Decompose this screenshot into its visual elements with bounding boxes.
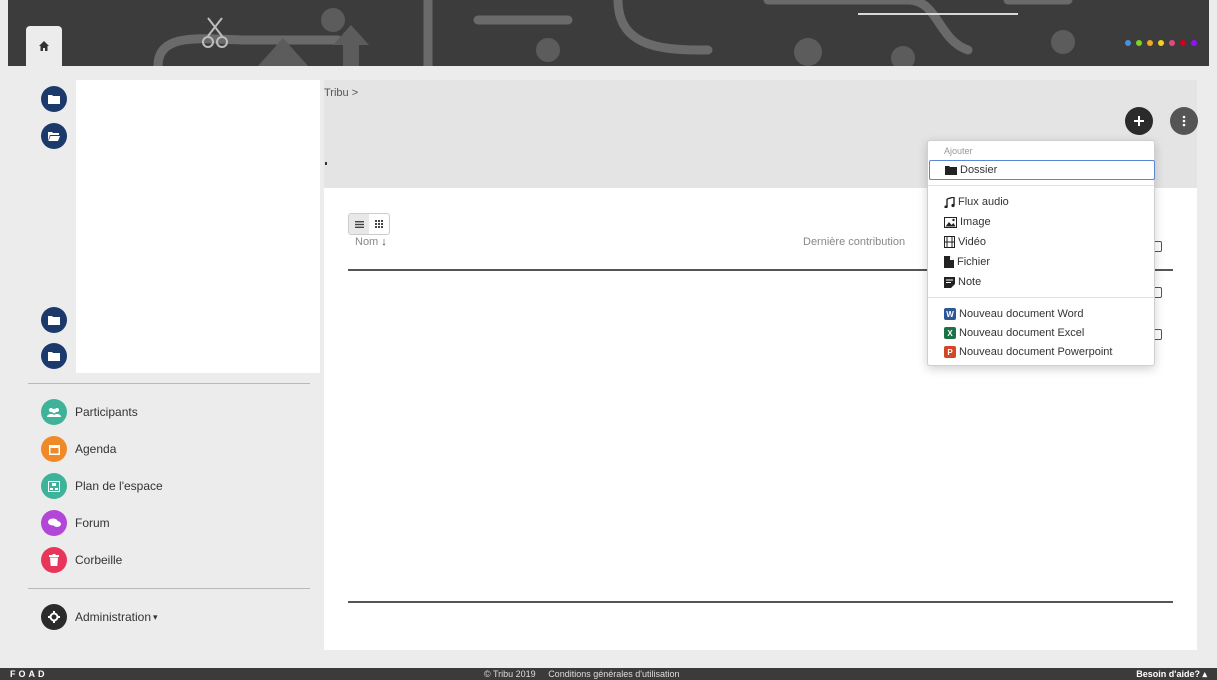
menu-item-fichier[interactable]: Fichier: [944, 253, 990, 271]
footer: FOAD © Tribu 2019 Conditions générales d…: [0, 668, 1217, 680]
folder-icon[interactable]: [41, 343, 67, 369]
folder-icon: [945, 166, 957, 175]
note-icon: [944, 276, 955, 288]
color-dot: [1125, 40, 1131, 46]
word-icon: W: [944, 308, 956, 320]
calendar-icon: [41, 436, 67, 462]
sidebar-item-label: Agenda: [75, 442, 117, 456]
menu-item-excel[interactable]: X Nouveau document Excel: [944, 324, 1084, 342]
home-icon: [39, 41, 49, 51]
sitemap-icon: [41, 473, 67, 499]
banner-decoration: [153, 0, 1075, 66]
menu-item-word[interactable]: W Nouveau document Word: [944, 305, 1084, 323]
menu-item-label: Vidéo: [958, 236, 986, 248]
footer-center: © Tribu 2019 Conditions générales d'util…: [484, 668, 680, 680]
menu-item-flux-audio[interactable]: Flux audio: [944, 193, 1009, 211]
color-dot: [1169, 40, 1175, 46]
powerpoint-icon: P: [944, 346, 956, 358]
chevron-up-icon: ▴: [1202, 669, 1207, 679]
color-dot: [1147, 40, 1153, 46]
menu-item-label: Nouveau document Word: [959, 308, 1084, 320]
menu-header: Ajouter: [944, 146, 973, 156]
menu-item-label: Nouveau document Excel: [959, 327, 1085, 339]
view-toggle: [348, 213, 390, 235]
menu-divider: [928, 297, 1154, 298]
administration-menu[interactable]: Administration ▾: [41, 604, 158, 630]
folder-icon[interactable]: [41, 307, 67, 333]
grid-icon: [375, 220, 383, 228]
sidebar-item-label: Corbeille: [75, 553, 123, 567]
sidebar-item-participants[interactable]: Participants: [41, 399, 138, 425]
list-icon: [354, 220, 364, 228]
menu-item-video[interactable]: Vidéo: [944, 233, 986, 251]
file-icon: [944, 256, 954, 268]
administration-label: Administration: [75, 610, 152, 624]
copyright-text: © Tribu 2019: [484, 669, 536, 679]
add-menu: Ajouter Dossier Flux audio Image Vidéo F…: [927, 140, 1155, 366]
users-icon: [41, 399, 67, 425]
list-view-button[interactable]: [349, 214, 369, 234]
folder-open-icon[interactable]: [41, 123, 67, 149]
menu-item-image[interactable]: Image: [944, 213, 991, 231]
folder-icon[interactable]: [41, 86, 67, 112]
column-name-label: Nom: [355, 236, 379, 248]
chat-icon: [41, 510, 67, 536]
sort-arrow-icon: ↓: [381, 236, 387, 248]
column-header-name[interactable]: Nom ↓: [355, 236, 387, 248]
menu-item-label: Image: [960, 216, 991, 228]
add-button[interactable]: [1125, 107, 1153, 135]
home-tab[interactable]: [26, 26, 62, 66]
menu-divider: [928, 185, 1154, 186]
excel-icon: X: [944, 327, 956, 339]
sidebar-item-agenda[interactable]: Agenda: [41, 436, 116, 462]
table-bottom-rule: [348, 601, 1173, 603]
breadcrumb[interactable]: Tribu >: [324, 87, 358, 99]
menu-item-label: Note: [958, 276, 982, 288]
sidebar-divider: [28, 588, 310, 589]
sidebar-divider: [28, 383, 310, 384]
color-dot: [1158, 40, 1164, 46]
sidebar-item-label: Participants: [75, 405, 138, 419]
menu-item-dossier[interactable]: Dossier: [929, 160, 1155, 180]
color-dot: [1191, 40, 1197, 46]
column-header-last-contribution[interactable]: Dernière contribution: [803, 236, 905, 248]
image-icon: [944, 216, 957, 228]
header-mark: [325, 162, 327, 165]
help-button[interactable]: Besoin d'aide? ▴: [1136, 668, 1207, 680]
tree-panel: [76, 80, 320, 373]
sidebar-item-corbeille[interactable]: Corbeille: [41, 547, 122, 573]
menu-item-label: Nouveau document Powerpoint: [959, 346, 1113, 358]
color-dots: [1125, 40, 1197, 46]
sidebar-item-label: Forum: [75, 516, 110, 530]
menu-item-label: Fichier: [957, 256, 991, 268]
terms-link[interactable]: Conditions générales d'utilisation: [548, 669, 679, 679]
menu-item-note[interactable]: Note: [944, 273, 981, 291]
sidebar-item-forum[interactable]: Forum: [41, 510, 110, 536]
foad-logo: FOAD: [10, 669, 48, 679]
sidebar-item-label: Plan de l'espace: [75, 479, 163, 493]
menu-item-label: Flux audio: [958, 196, 1009, 208]
music-icon: [944, 196, 955, 208]
film-icon: [944, 236, 955, 248]
menu-item-label: Dossier: [960, 164, 998, 176]
color-dot: [1180, 40, 1186, 46]
header-banner: [8, 0, 1209, 66]
menu-item-powerpoint[interactable]: P Nouveau document Powerpoint: [944, 343, 1112, 361]
sidebar-item-plan[interactable]: Plan de l'espace: [41, 473, 163, 499]
more-options-button[interactable]: [1170, 107, 1198, 135]
more-vertical-icon: [1182, 115, 1186, 127]
help-label: Besoin d'aide?: [1136, 669, 1200, 679]
trash-icon: [41, 547, 67, 573]
plus-icon: [1134, 116, 1144, 126]
grid-view-button[interactable]: [369, 214, 389, 234]
color-dot: [1136, 40, 1142, 46]
chevron-down-icon: ▾: [153, 611, 158, 622]
gear-icon: [41, 604, 67, 630]
